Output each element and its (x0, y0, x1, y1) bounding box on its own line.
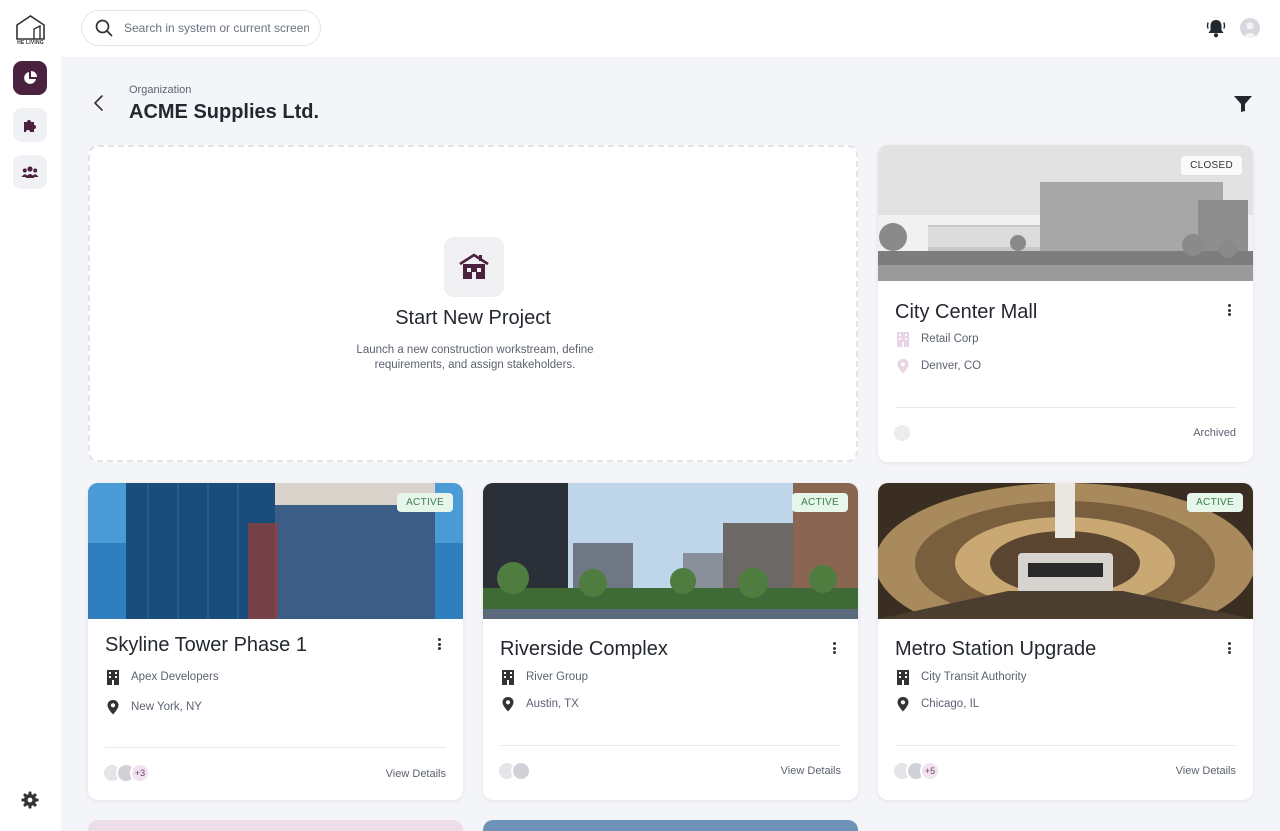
project-company: City Transit Authority (895, 669, 1026, 685)
house-logo-icon (16, 15, 45, 40)
company-name: City Transit Authority (921, 671, 1027, 683)
brand-logo-text: HE LIVING (17, 40, 44, 46)
extra-members-count: +5 (920, 761, 940, 781)
company-building-icon (895, 669, 911, 685)
more-options-icon[interactable] (433, 636, 445, 652)
people-icon (21, 166, 39, 178)
location-text: Austin, TX (526, 698, 579, 710)
search-icon (95, 19, 113, 37)
project-card[interactable]: ACTIVE Skyline Tower Phase 1 Apex Develo… (88, 483, 463, 800)
project-company: Apex Developers (105, 669, 219, 685)
member-avatar (511, 761, 531, 781)
card-divider (105, 747, 446, 748)
company-name: Retail Corp (921, 333, 979, 345)
view-details-link[interactable]: View Details (1176, 765, 1236, 777)
sidebar-item-dashboard[interactable] (13, 61, 47, 95)
team-avatars (497, 761, 531, 781)
company-building-icon (105, 669, 121, 685)
status-badge: ACTIVE (1187, 493, 1243, 512)
back-arrow-icon[interactable] (91, 94, 107, 112)
status-badge: CLOSED (1180, 155, 1243, 176)
page-title: ACME Supplies Ltd. (129, 101, 319, 123)
extra-members-count: +3 (130, 763, 150, 783)
project-location: Denver, CO (895, 358, 981, 374)
start-new-project-card[interactable]: Start New Project Launch a new construct… (88, 145, 858, 462)
location-text: Denver, CO (921, 360, 982, 372)
project-card[interactable]: ACTIVE Metro Station Upgrade City Transi… (878, 483, 1253, 800)
user-avatar[interactable] (1240, 18, 1260, 38)
project-image: CLOSED (878, 145, 1253, 281)
filter-icon[interactable] (1233, 95, 1253, 113)
project-location: Chicago, IL (895, 696, 979, 712)
project-title[interactable]: Riverside Complex (500, 638, 668, 661)
location-pin-icon (105, 699, 121, 715)
sidebar: HE LIVING (0, 0, 61, 831)
new-project-title: Start New Project (395, 307, 551, 329)
project-card-partial[interactable] (88, 820, 463, 831)
project-location: Austin, TX (500, 696, 579, 712)
location-text: Chicago, IL (921, 698, 980, 710)
new-project-description: Launch a new construction workstream, de… (356, 344, 594, 371)
project-company: Retail Corp (895, 331, 979, 347)
sidebar-item-integrations[interactable] (13, 108, 47, 142)
location-pin-icon (500, 696, 516, 712)
view-details-link[interactable]: View Details (386, 768, 446, 780)
card-divider (500, 745, 841, 746)
card-divider (895, 407, 1236, 408)
project-image: ACTIVE (878, 483, 1253, 619)
sidebar-item-teams[interactable] (13, 155, 47, 189)
location-pin-icon (895, 358, 911, 374)
team-avatars: +3 (102, 763, 150, 783)
project-card[interactable]: ACTIVE Riverside Complex River Group Aus… (483, 483, 858, 800)
more-options-icon[interactable] (828, 640, 840, 656)
project-title[interactable]: City Center Mall (895, 301, 1037, 324)
member-avatar (892, 423, 912, 443)
card-divider (895, 745, 1236, 746)
breadcrumb: Organization (129, 84, 192, 96)
team-avatars (892, 423, 912, 443)
location-pin-icon (895, 696, 911, 712)
project-card-partial[interactable] (483, 820, 858, 831)
company-name: River Group (526, 671, 588, 683)
gear-icon[interactable] (20, 790, 40, 810)
status-badge: ACTIVE (397, 493, 453, 512)
project-title[interactable]: Skyline Tower Phase 1 (105, 634, 307, 657)
location-text: New York, NY (131, 701, 202, 713)
project-image: ACTIVE (88, 483, 463, 619)
more-options-icon[interactable] (1223, 640, 1235, 656)
project-image: ACTIVE (483, 483, 858, 619)
search-box[interactable] (81, 10, 321, 46)
search-input[interactable] (124, 21, 309, 35)
company-building-icon (895, 331, 911, 347)
top-bar (61, 0, 1280, 57)
archived-label: Archived (1193, 427, 1236, 439)
pie-chart-icon (24, 71, 37, 84)
building-icon (459, 253, 489, 279)
team-avatars: +5 (892, 761, 940, 781)
puzzle-icon (24, 120, 36, 132)
view-details-link[interactable]: View Details (781, 765, 841, 777)
brand-logo[interactable]: HE LIVING (14, 14, 47, 48)
more-options-icon[interactable] (1223, 302, 1235, 318)
bell-icon[interactable] (1205, 17, 1227, 39)
project-title[interactable]: Metro Station Upgrade (895, 638, 1096, 661)
project-company: River Group (500, 669, 588, 685)
project-location: New York, NY (105, 699, 202, 715)
project-card[interactable]: CLOSED City Center Mall Retail Corp Denv… (878, 145, 1253, 462)
user-icon (1243, 22, 1257, 38)
company-building-icon (500, 669, 516, 685)
company-name: Apex Developers (131, 671, 219, 683)
new-project-icon-box (444, 237, 504, 297)
status-badge: ACTIVE (792, 493, 848, 512)
